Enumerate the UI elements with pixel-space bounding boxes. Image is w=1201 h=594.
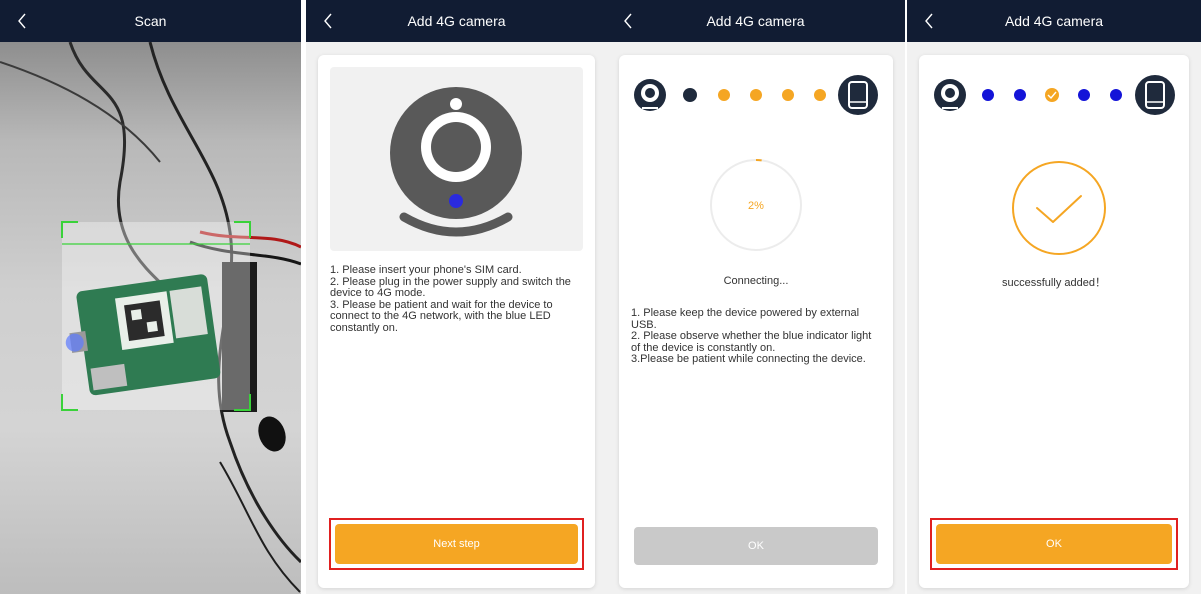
- top-bar: Scan: [0, 0, 301, 42]
- ok-button[interactable]: OK: [634, 527, 878, 565]
- chevron-left-icon: [324, 13, 332, 29]
- chevron-left-icon: [18, 13, 26, 29]
- step-check-dot: [1045, 88, 1059, 102]
- highlight-box: Next step: [329, 518, 584, 570]
- step-dot: [782, 89, 794, 101]
- ok-button[interactable]: OK: [936, 524, 1172, 564]
- progress-label: 2%: [748, 200, 764, 212]
- back-button[interactable]: [614, 0, 642, 42]
- instruction-line: 2. Please plug in the power supply and s…: [330, 275, 571, 299]
- step-dot: [683, 88, 697, 102]
- scan-screen: Scan: [0, 0, 301, 594]
- connecting-screen: Add 4G camera 2% Connecting... 1. Please…: [606, 0, 905, 594]
- step-dot: [1110, 89, 1122, 101]
- page-title: Add 4G camera: [407, 13, 506, 29]
- page-title: Add 4G camera: [1004, 13, 1104, 29]
- instruction-line: 3.Please be patient while connecting the…: [631, 353, 866, 365]
- step-dot: [814, 89, 826, 101]
- step-indicator: [633, 75, 879, 115]
- instruction-line: 3. Please be patient and wait for the de…: [330, 298, 553, 334]
- step-dot: [1014, 89, 1026, 101]
- add-camera-intro-screen: Add 4G camera 1. Please insert your phon…: [306, 0, 607, 594]
- highlight-box: OK: [930, 518, 1178, 570]
- success-screen: Add 4G camera successfully added！ OK: [907, 0, 1201, 594]
- instructions: 1. Please insert your phone's SIM card. …: [330, 264, 581, 334]
- chevron-left-icon: [624, 13, 632, 29]
- instruction-line: 2. Please observe whether the blue indic…: [631, 330, 872, 354]
- camera-scene: [0, 42, 301, 593]
- instruction-line: 1. Please insert your phone's SIM card.: [330, 264, 522, 276]
- status-text: Connecting...: [723, 275, 789, 287]
- next-step-button[interactable]: Next step: [335, 524, 578, 564]
- camera-step-icon: [634, 79, 666, 111]
- checkmark-icon: [1012, 161, 1106, 255]
- webcam-icon: [390, 87, 522, 237]
- success-message: successfully added！: [1002, 277, 1106, 289]
- content-card: successfully added！ OK: [919, 55, 1189, 588]
- camera-preview: [0, 42, 301, 594]
- camera-step-icon: [934, 79, 966, 111]
- step-dot: [1078, 89, 1090, 101]
- top-bar: Add 4G camera: [306, 0, 607, 42]
- page-title: Scan: [134, 13, 167, 29]
- back-button[interactable]: [314, 0, 342, 42]
- phone-step-icon: [838, 75, 878, 115]
- step-indicator: [933, 75, 1175, 115]
- instruction-line: 1. Please keep the device powered by ext…: [631, 307, 860, 331]
- page-title: Add 4G camera: [706, 13, 805, 29]
- step-dot: [982, 89, 994, 101]
- camera-illustration: [330, 67, 583, 251]
- chevron-left-icon: [925, 13, 933, 29]
- ok-button-wrapper: OK: [634, 527, 878, 565]
- content-card: 2% Connecting... 1. Please keep the devi…: [619, 55, 893, 588]
- top-bar: Add 4G camera: [606, 0, 905, 42]
- content-card: 1. Please insert your phone's SIM card. …: [318, 55, 595, 588]
- back-button[interactable]: [915, 0, 943, 42]
- phone-step-icon: [1135, 75, 1175, 115]
- top-bar: Add 4G camera: [907, 0, 1201, 42]
- instructions: 1. Please keep the device powered by ext…: [631, 307, 879, 366]
- back-button[interactable]: [8, 0, 36, 42]
- step-dot: [750, 89, 762, 101]
- step-dot: [718, 89, 730, 101]
